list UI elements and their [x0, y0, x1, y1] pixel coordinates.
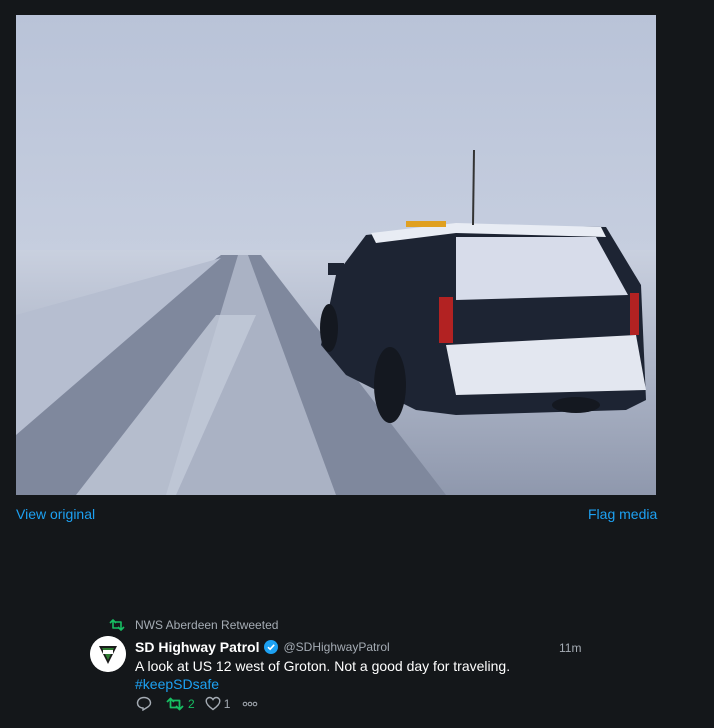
- more-icon: [242, 701, 258, 707]
- tweet-text: A look at US 12 west of Groton. Not a go…: [135, 658, 511, 674]
- snowy-road-image: [16, 15, 656, 495]
- hashtag-link[interactable]: #keepSDsafe: [135, 675, 219, 693]
- view-original-link[interactable]: View original: [16, 506, 95, 522]
- author-handle[interactable]: @SDHighwayPatrol: [283, 640, 389, 654]
- reply-button[interactable]: [136, 696, 152, 711]
- like-icon: [205, 696, 221, 711]
- retweet-icon: [108, 619, 126, 631]
- tweet-timestamp[interactable]: 11m: [559, 641, 581, 655]
- tweet-header: SD Highway Patrol @SDHighwayPatrol: [135, 639, 390, 655]
- avatar[interactable]: [90, 636, 126, 672]
- more-options-button[interactable]: [242, 701, 258, 707]
- like-button[interactable]: 1: [205, 696, 231, 711]
- sd-highway-patrol-logo-icon: [90, 636, 126, 672]
- tweet-actions: 2 1: [136, 696, 258, 711]
- retweet-context: NWS Aberdeen Retweeted: [108, 617, 278, 633]
- flag-media-link[interactable]: Flag media: [588, 506, 657, 522]
- tweet-media-photo[interactable]: [16, 15, 656, 495]
- author-name[interactable]: SD Highway Patrol: [135, 639, 259, 655]
- retweet-icon: [165, 697, 185, 711]
- reply-icon: [136, 696, 152, 711]
- retweeted-by-text: NWS Aberdeen Retweeted: [135, 618, 279, 632]
- retweet-button[interactable]: 2: [165, 697, 195, 711]
- like-count: 1: [223, 696, 231, 711]
- retweet-count: 2: [188, 696, 195, 711]
- verified-badge-icon: [264, 640, 279, 654]
